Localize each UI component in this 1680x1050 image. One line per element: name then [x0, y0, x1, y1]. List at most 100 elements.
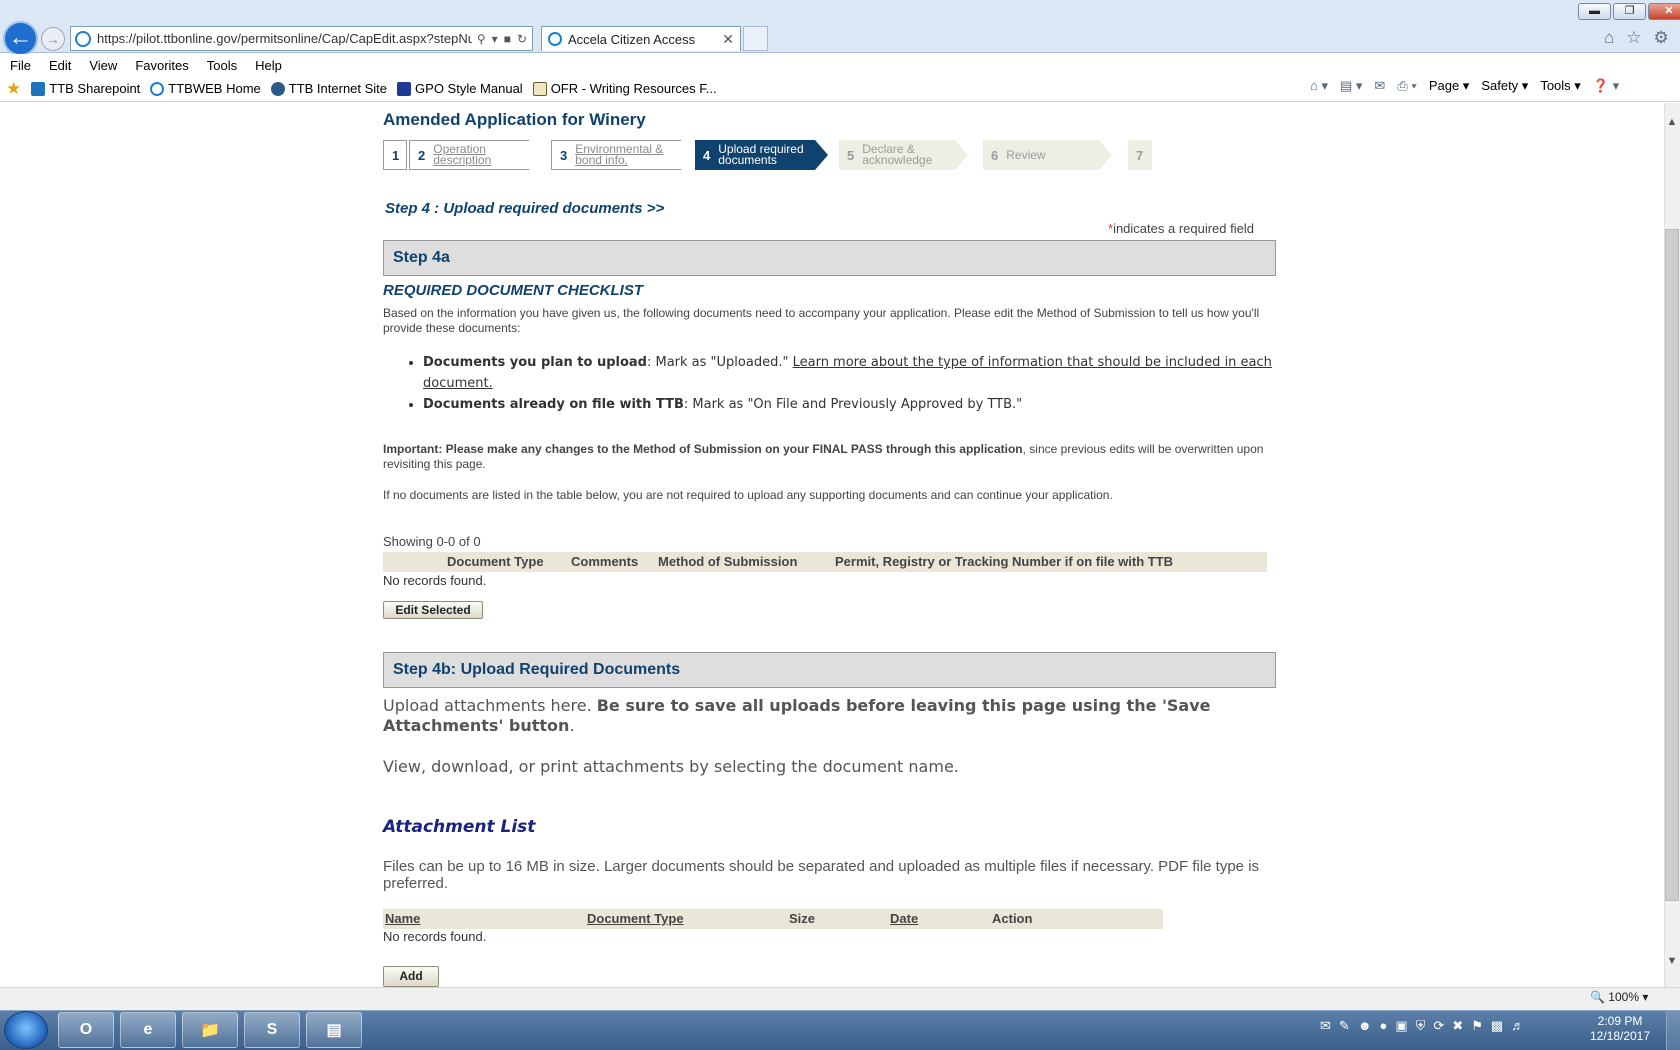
- new-tab-button[interactable]: [743, 26, 768, 51]
- add-attachment-button[interactable]: Add: [383, 966, 439, 987]
- page-icon: [532, 81, 547, 96]
- scroll-down-arrow-icon[interactable]: ▼: [1664, 955, 1680, 969]
- wizard-step-5: 5 Declare & acknowledge: [839, 140, 968, 170]
- monitor-tray-icon[interactable]: ▩: [1491, 1018, 1503, 1034]
- minimize-button[interactable]: ▬: [1578, 3, 1611, 20]
- command-bar: ⌂ ▾ ▤ ▾ ✉ ⎙ ▾ Page ▾ Safety ▾ Tools ▾ ❓ …: [1310, 78, 1619, 94]
- fav-ttb-internet-site[interactable]: TTB Internet Site: [270, 81, 387, 96]
- settings-gear-icon[interactable]: ⚙: [1654, 28, 1669, 48]
- bullet-upload: Documents you plan to upload: Mark as "U…: [423, 352, 1275, 394]
- page-title: Amended Application for Winery: [383, 110, 646, 129]
- gpo-icon: [397, 81, 412, 96]
- menu-tools[interactable]: Tools: [207, 58, 237, 73]
- home-cmd-icon[interactable]: ⌂ ▾: [1310, 78, 1328, 94]
- menu-file[interactable]: File: [10, 58, 31, 73]
- shield-tray-icon[interactable]: ⛨: [1416, 1018, 1426, 1034]
- file-explorer-taskbar-icon[interactable]: 📁: [182, 1012, 238, 1048]
- wizard-step-4[interactable]: 4 Upload required documents: [695, 140, 828, 170]
- outlook-tray-icon[interactable]: ✉: [1320, 1018, 1331, 1034]
- page-menu[interactable]: Page ▾: [1429, 78, 1470, 94]
- pen-tray-icon[interactable]: ✎: [1339, 1018, 1350, 1034]
- dropdown-icon[interactable]: ▾: [492, 32, 498, 46]
- tab-title: Accela Citizen Access: [568, 31, 696, 47]
- show-desktop-button[interactable]: [1666, 1011, 1680, 1050]
- feeds-icon[interactable]: ▤ ▾: [1340, 78, 1362, 94]
- volume-icon[interactable]: ♬: [1511, 1018, 1524, 1034]
- fav-ttb-sharepoint[interactable]: TTB Sharepoint: [31, 81, 140, 96]
- scroll-up-arrow-icon[interactable]: ▲: [1664, 116, 1680, 130]
- menu-edit[interactable]: Edit: [49, 58, 71, 73]
- window-controls: ▬ ❐ ✕: [1578, 3, 1680, 20]
- zoom-level[interactable]: 🔍 100% ▾: [1590, 990, 1648, 1004]
- home-icon[interactable]: ⌂: [1604, 28, 1614, 48]
- ie-page-icon: [75, 30, 91, 47]
- tools-menu[interactable]: Tools ▾: [1540, 78, 1581, 94]
- wizard-step-3[interactable]: 3 Environmental & bond info.: [551, 140, 681, 170]
- fav-gpo-style-manual[interactable]: GPO Style Manual: [397, 81, 523, 96]
- device-tray-icon[interactable]: ▣: [1395, 1018, 1407, 1034]
- favorites-star-icon[interactable]: ★: [6, 79, 21, 99]
- favorites-star-icon[interactable]: ☆: [1626, 28, 1641, 48]
- col-size: Size: [789, 911, 816, 926]
- close-window-button[interactable]: ✕: [1648, 3, 1680, 20]
- no-records-attachments: No records found.: [383, 929, 487, 944]
- checklist-intro: Based on the information you have given …: [383, 306, 1260, 335]
- close-tab-icon[interactable]: ✕: [722, 31, 734, 48]
- col-method-of-submission[interactable]: Method of Submission: [658, 554, 797, 569]
- search-icon[interactable]: ⚲: [477, 32, 486, 46]
- col-action: Action: [992, 911, 1033, 926]
- refresh-icon[interactable]: ↻: [517, 32, 527, 46]
- url-text[interactable]: https://pilot.ttbonline.gov/permitsonlin…: [97, 31, 472, 46]
- menu-favorites[interactable]: Favorites: [135, 58, 188, 73]
- forward-button[interactable]: →: [41, 27, 65, 51]
- network-x-tray-icon[interactable]: ✖: [1452, 1018, 1463, 1034]
- col-comments[interactable]: Comments: [571, 554, 638, 569]
- attachments-table-header: Name Document Type Size Date Action: [383, 909, 1163, 929]
- outlook-taskbar-icon[interactable]: O: [58, 1012, 114, 1048]
- step-arrow: [815, 140, 828, 170]
- back-button[interactable]: ←: [3, 21, 38, 56]
- menu-view[interactable]: View: [89, 58, 117, 73]
- view-download-note: View, download, or print attachments by …: [383, 757, 959, 776]
- fav-ttbweb-home[interactable]: TTBWEB Home: [150, 81, 261, 96]
- restore-button[interactable]: ❐: [1613, 3, 1646, 20]
- zoom-icon: 🔍: [1590, 990, 1605, 1004]
- wizard-step-1[interactable]: 1: [383, 140, 407, 170]
- app-window-taskbar-icon[interactable]: ▤: [306, 1012, 362, 1048]
- skype-taskbar-icon[interactable]: S: [244, 1012, 300, 1048]
- col-name[interactable]: Name: [385, 911, 420, 926]
- browser-tab[interactable]: Accela Citizen Access ✕: [541, 26, 741, 51]
- flag-tray-icon[interactable]: ⚑: [1471, 1018, 1483, 1034]
- start-button[interactable]: [4, 1011, 48, 1049]
- print-icon[interactable]: ⎙ ▾: [1397, 78, 1416, 94]
- browser-toolbar-icons: ⌂ ☆ ⚙: [1604, 28, 1669, 48]
- menu-help[interactable]: Help: [255, 58, 282, 73]
- upload-intro: Upload attachments here. Be sure to save…: [383, 696, 1211, 735]
- address-bar[interactable]: https://pilot.ttbonline.gov/permitsonlin…: [70, 26, 533, 51]
- documents-table-header: Document Type Comments Method of Submiss…: [383, 552, 1267, 572]
- help-icon[interactable]: ❓ ▾: [1593, 78, 1619, 94]
- lock-icon[interactable]: ■: [504, 32, 511, 46]
- fav-ofr-writing[interactable]: OFR - Writing Resources F...: [532, 81, 717, 96]
- showing-count: Showing 0-0 of 0: [383, 534, 481, 549]
- edit-selected-button[interactable]: Edit Selected: [383, 601, 483, 619]
- internet-explorer-taskbar-icon[interactable]: e: [120, 1012, 176, 1048]
- step-4b-header: Step 4b: Upload Required Documents: [383, 652, 1276, 688]
- scroll-thumb[interactable]: [1665, 229, 1679, 901]
- ie-tab-icon: [548, 32, 562, 46]
- menu-bar: File Edit View Favorites Tools Help: [0, 54, 1680, 76]
- sync-tray-icon[interactable]: ⟳: [1433, 1018, 1444, 1034]
- user-tray-icon[interactable]: ☻: [1358, 1018, 1372, 1034]
- col-attachment-document-type[interactable]: Document Type: [587, 911, 684, 926]
- col-document-type[interactable]: Document Type: [447, 554, 544, 569]
- wizard-step-2[interactable]: 2 Operation description: [409, 140, 529, 170]
- skype-tray-icon[interactable]: ●: [1380, 1018, 1388, 1034]
- safety-menu[interactable]: Safety ▾: [1481, 78, 1528, 94]
- clock-time: 2:09 PM: [1597, 1014, 1643, 1028]
- wizard-step-6: 6 Review: [983, 140, 1112, 170]
- taskbar-clock[interactable]: 2:09 PM 12/18/2017: [1580, 1014, 1660, 1044]
- important-note: Important: Please make any changes to th…: [383, 442, 1264, 471]
- col-permit-number[interactable]: Permit, Registry or Tracking Number if o…: [835, 554, 1173, 569]
- col-date[interactable]: Date: [890, 911, 918, 926]
- mail-icon[interactable]: ✉: [1374, 78, 1385, 94]
